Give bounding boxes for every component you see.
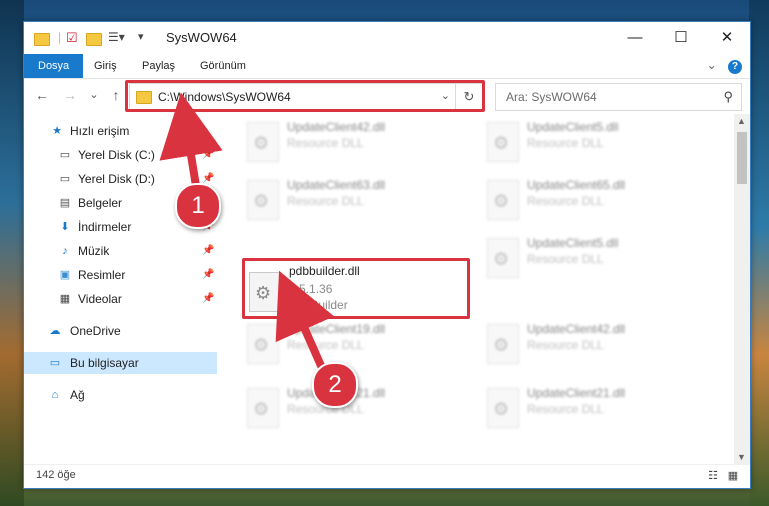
arrow-2 [275,270,335,370]
callout-step-1: 1 [175,183,221,229]
annotation-arrows [159,92,335,370]
arrow-1 [159,92,223,187]
callout-step-2: 2 [312,362,358,408]
